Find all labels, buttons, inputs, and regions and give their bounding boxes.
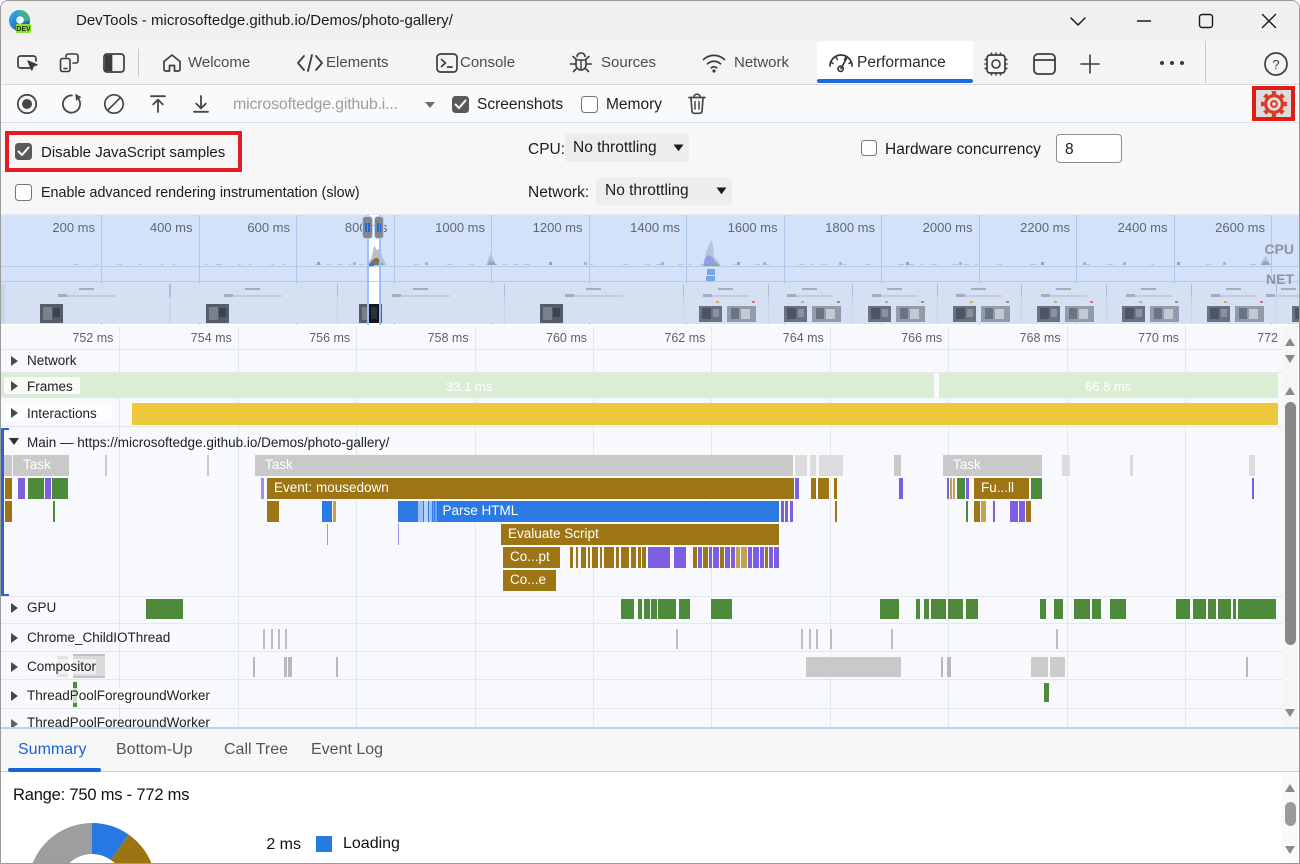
svg-text:DEV: DEV xyxy=(16,26,31,33)
svg-text:?: ? xyxy=(1272,57,1279,72)
